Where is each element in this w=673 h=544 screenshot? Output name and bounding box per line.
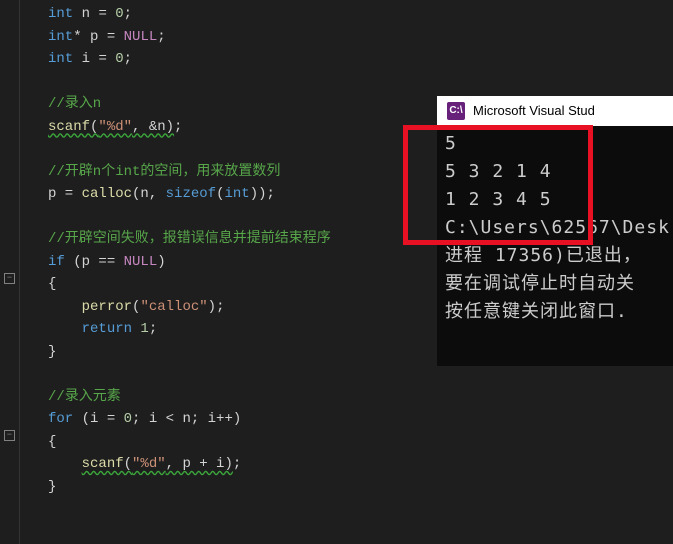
- gutter: − −: [0, 0, 20, 544]
- line: int i = 0;: [48, 51, 132, 67]
- console-line: 进程 17356)已退出，: [445, 245, 642, 266]
- line: {: [48, 434, 56, 450]
- line: perror("calloc");: [48, 299, 224, 315]
- console-titlebar[interactable]: C:\ Microsoft Visual Stud: [437, 96, 673, 126]
- line: if (p == NULL): [48, 254, 166, 270]
- console-line: 5 3 2 1 4: [445, 161, 552, 182]
- console-window: C:\ Microsoft Visual Stud 5 5 3 2 1 4 1 …: [437, 96, 673, 366]
- fold-toggle-icon[interactable]: −: [4, 273, 15, 284]
- line: p = calloc(n, sizeof(int));: [48, 186, 275, 202]
- line: int n = 0;: [48, 6, 132, 22]
- line: int* p = NULL;: [48, 29, 166, 45]
- line-comment: //开辟空间失败，报错误信息并提前结束程序: [48, 231, 331, 247]
- console-line: C:\Users\62567\Desk: [445, 217, 670, 238]
- console-output[interactable]: 5 5 3 2 1 4 1 2 3 4 5 C:\Users\62567\Des…: [437, 126, 673, 366]
- line-comment: //录入n: [48, 96, 101, 112]
- console-line: 5: [445, 133, 457, 154]
- console-title: Microsoft Visual Stud: [473, 97, 595, 125]
- console-line: 按任意键关闭此窗口.: [445, 301, 628, 322]
- line-comment: //录入元素: [48, 389, 121, 405]
- line: scanf("%d", p + i);: [48, 456, 241, 472]
- fold-toggle-icon[interactable]: −: [4, 430, 15, 441]
- line: for (i = 0; i < n; i++): [48, 411, 241, 427]
- console-line: 要在调试停止时自动关: [445, 273, 635, 294]
- line-comment: //开辟n个int的空间，用来放置数列: [48, 164, 280, 180]
- vs-icon: C:\: [447, 102, 465, 120]
- console-line: 1 2 3 4 5: [445, 189, 552, 210]
- line: }: [48, 479, 56, 495]
- line: }: [48, 344, 56, 360]
- line: scanf("%d", &n);: [48, 119, 182, 135]
- line: return 1;: [48, 321, 157, 337]
- code-area[interactable]: int n = 0; int* p = NULL; int i = 0; //录…: [20, 0, 331, 544]
- line: {: [48, 276, 56, 292]
